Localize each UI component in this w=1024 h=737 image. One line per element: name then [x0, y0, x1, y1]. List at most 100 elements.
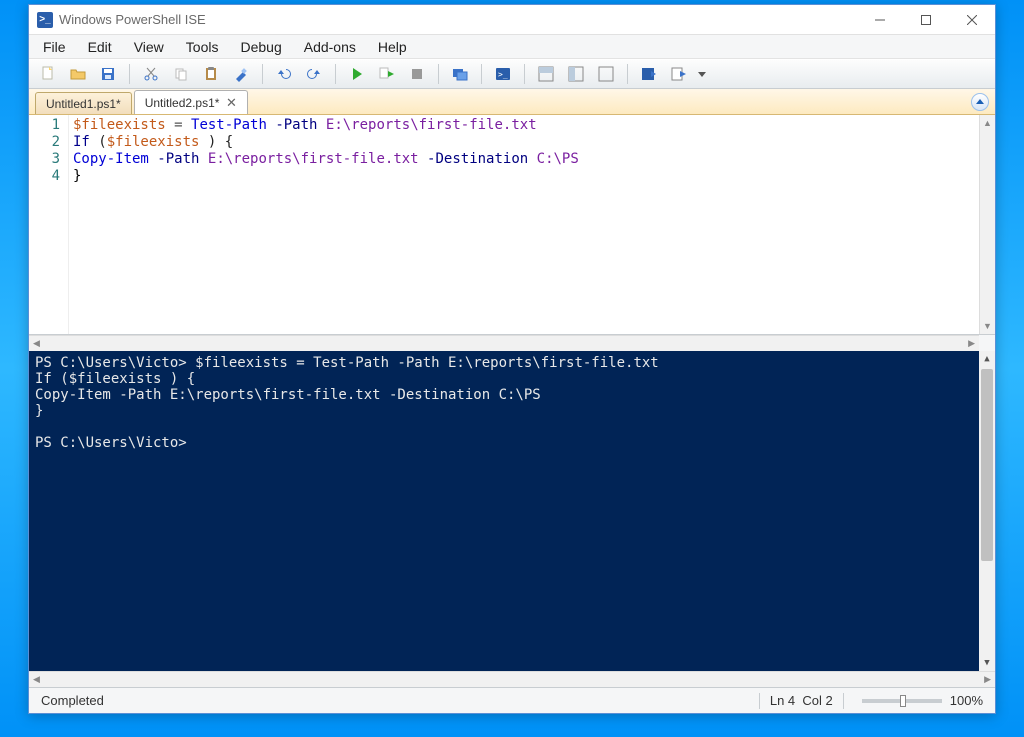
scroll-right-icon[interactable]: ▶ — [984, 674, 991, 685]
code-token — [199, 151, 207, 167]
zoom-slider[interactable] — [862, 699, 942, 703]
console-output: PS C:\Users\Victo> $fileexists = Test-Pa… — [35, 355, 659, 451]
line-number: 1 — [29, 117, 60, 134]
zoom-level: 100% — [950, 693, 983, 708]
status-separator — [759, 693, 760, 709]
code-token: C:\PS — [537, 151, 579, 167]
code-token: } — [73, 168, 81, 184]
toolbar-separator — [524, 64, 525, 84]
zoom-slider-thumb[interactable] — [900, 695, 906, 707]
script-editor[interactable]: 1 2 3 4 $fileexists = Test-Path -Path E:… — [29, 115, 995, 335]
window-title: Windows PowerShell ISE — [59, 12, 857, 27]
stop-icon[interactable] — [404, 62, 430, 86]
window-controls — [857, 5, 995, 35]
paste-icon[interactable] — [198, 62, 224, 86]
console-vertical-scrollbar[interactable]: ▲▼ — [979, 351, 995, 671]
close-button[interactable] — [949, 5, 995, 35]
powershell-icon[interactable]: >_ — [490, 62, 516, 86]
line-number: 2 — [29, 134, 60, 151]
status-line: Ln 4 — [770, 693, 795, 708]
code-token: Copy-Item — [73, 151, 149, 167]
titlebar[interactable]: >_ Windows PowerShell ISE — [29, 5, 995, 35]
tabstrip: Untitled1.ps1* Untitled2.ps1* ✕ — [29, 89, 995, 115]
menu-view[interactable]: View — [124, 37, 174, 57]
editor-horizontal-scrollbar[interactable]: ◀ ▶ — [29, 335, 979, 351]
code-token: ( — [90, 134, 107, 150]
toolbar-separator — [481, 64, 482, 84]
scroll-up-icon[interactable]: ▲ — [979, 351, 995, 367]
tab-label: Untitled2.ps1* — [145, 96, 220, 110]
run-selection-icon[interactable] — [374, 62, 400, 86]
menu-file[interactable]: File — [33, 37, 76, 57]
tab-untitled1[interactable]: Untitled1.ps1* — [35, 92, 132, 114]
menu-tools[interactable]: Tools — [176, 37, 229, 57]
menu-addons[interactable]: Add-ons — [294, 37, 366, 57]
status-col: Col 2 — [802, 693, 832, 708]
menu-edit[interactable]: Edit — [78, 37, 122, 57]
scroll-left-icon[interactable]: ◀ — [33, 338, 40, 349]
tab-untitled2[interactable]: Untitled2.ps1* ✕ — [134, 90, 249, 114]
scroll-down-icon[interactable]: ▼ — [979, 655, 995, 671]
code-token — [419, 151, 427, 167]
toolbar-separator — [129, 64, 130, 84]
code-token: -Path — [157, 151, 199, 167]
toolbar-separator — [262, 64, 263, 84]
new-file-icon[interactable] — [35, 62, 61, 86]
undo-icon[interactable] — [271, 62, 297, 86]
code-token: E:\reports\first-file.txt — [326, 117, 537, 133]
tab-close-icon[interactable]: ✕ — [225, 97, 237, 109]
code-token: -Destination — [427, 151, 528, 167]
code-area[interactable]: $fileexists = Test-Path -Path E:\reports… — [69, 115, 979, 334]
code-token: = — [166, 117, 191, 133]
toolbar-separator — [438, 64, 439, 84]
tab-label: Untitled1.ps1* — [46, 97, 121, 111]
open-file-icon[interactable] — [65, 62, 91, 86]
code-token — [528, 151, 536, 167]
clear-icon[interactable] — [228, 62, 254, 86]
scroll-up-icon[interactable]: ▲ — [980, 115, 995, 131]
menu-debug[interactable]: Debug — [230, 37, 291, 57]
code-token: Test-Path — [191, 117, 267, 133]
toolbar: >_ — [29, 59, 995, 89]
scroll-down-icon[interactable]: ▼ — [980, 318, 995, 334]
code-token: If — [73, 134, 90, 150]
layout-full-icon[interactable] — [593, 62, 619, 86]
code-token: ) { — [199, 134, 233, 150]
toolbar-overflow-icon[interactable] — [696, 62, 708, 86]
toolbar-separator — [335, 64, 336, 84]
app-window: >_ Windows PowerShell ISE File Edit View… — [28, 4, 996, 714]
remote-icon[interactable] — [447, 62, 473, 86]
menu-help[interactable]: Help — [368, 37, 417, 57]
collapse-script-pane-icon[interactable] — [971, 93, 989, 111]
console-horizontal-scrollbar[interactable]: ◀ ▶ — [29, 671, 995, 687]
statusbar: Completed Ln 4 Col 2 100% — [29, 687, 995, 713]
svg-text:>_: >_ — [498, 70, 508, 79]
save-file-icon[interactable] — [95, 62, 121, 86]
app-icon: >_ — [37, 12, 53, 28]
scroll-left-icon[interactable]: ◀ — [33, 674, 40, 685]
line-number: 4 — [29, 168, 60, 185]
editor-vertical-scrollbar[interactable]: ▲ ▼ — [979, 115, 995, 334]
toolbar-separator — [627, 64, 628, 84]
show-command-icon[interactable] — [666, 62, 692, 86]
scroll-thumb[interactable] — [981, 369, 993, 561]
line-number: 3 — [29, 151, 60, 168]
minimize-button[interactable] — [857, 5, 903, 35]
code-token: E:\reports\first-file.txt — [208, 151, 419, 167]
console-pane[interactable]: PS C:\Users\Victo> $fileexists = Test-Pa… — [29, 351, 995, 671]
line-number-gutter: 1 2 3 4 — [29, 115, 69, 334]
code-token: $fileexists — [73, 117, 166, 133]
copy-icon[interactable] — [168, 62, 194, 86]
menubar: File Edit View Tools Debug Add-ons Help — [29, 35, 995, 59]
code-token: $fileexists — [107, 134, 200, 150]
layout-top-icon[interactable] — [533, 62, 559, 86]
layout-side-icon[interactable] — [563, 62, 589, 86]
run-script-icon[interactable] — [344, 62, 370, 86]
scroll-right-icon[interactable]: ▶ — [968, 338, 975, 349]
status-text: Completed — [41, 693, 104, 708]
cut-icon[interactable] — [138, 62, 164, 86]
show-script-icon[interactable] — [636, 62, 662, 86]
code-token — [317, 117, 325, 133]
redo-icon[interactable] — [301, 62, 327, 86]
maximize-button[interactable] — [903, 5, 949, 35]
